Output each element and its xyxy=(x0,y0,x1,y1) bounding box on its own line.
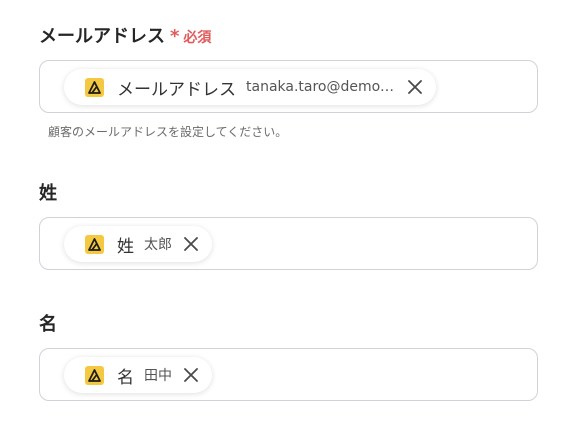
last-name-input[interactable]: 姓 太郎 xyxy=(39,217,538,270)
last-name-variable-chip[interactable]: 姓 太郎 xyxy=(64,226,212,262)
email-input[interactable]: メールアドレス tanaka.taro@demo.com xyxy=(39,60,538,113)
last-name-label-text: 姓 xyxy=(39,183,57,204)
email-label-text: メールアドレス xyxy=(39,26,165,47)
app-logo-icon xyxy=(85,234,104,254)
chip-value: 太郎 xyxy=(144,237,172,253)
required-asterisk: * xyxy=(170,26,180,47)
close-icon[interactable] xyxy=(182,366,200,384)
chip-name: 姓 xyxy=(117,236,134,257)
chip-value: 田中 xyxy=(144,368,172,384)
close-icon[interactable] xyxy=(182,235,200,253)
email-field-label: メールアドレス * 必須 xyxy=(39,26,211,49)
last-name-field-label: 姓 xyxy=(39,183,57,205)
email-variable-chip[interactable]: メールアドレス tanaka.taro@demo.com xyxy=(64,69,436,105)
chip-name: 名 xyxy=(117,367,134,388)
first-name-variable-chip[interactable]: 名 田中 xyxy=(64,357,212,393)
form-page: メールアドレス*必須 メールアドレス tanaka.taro@demo.com … xyxy=(0,0,574,430)
email-help-text: 顧客のメールアドレスを設定してください。 xyxy=(48,125,288,139)
first-name-input[interactable]: 名 田中 xyxy=(39,348,538,401)
chip-name: メールアドレス xyxy=(117,79,236,100)
close-icon[interactable] xyxy=(406,78,424,96)
chip-value: tanaka.taro@demo.com xyxy=(246,79,396,95)
first-name-field-label: 名 xyxy=(39,314,57,336)
required-text: 必須 xyxy=(183,30,212,46)
first-name-label-text: 名 xyxy=(39,314,57,335)
app-logo-icon xyxy=(85,77,104,97)
app-logo-icon xyxy=(85,365,104,385)
